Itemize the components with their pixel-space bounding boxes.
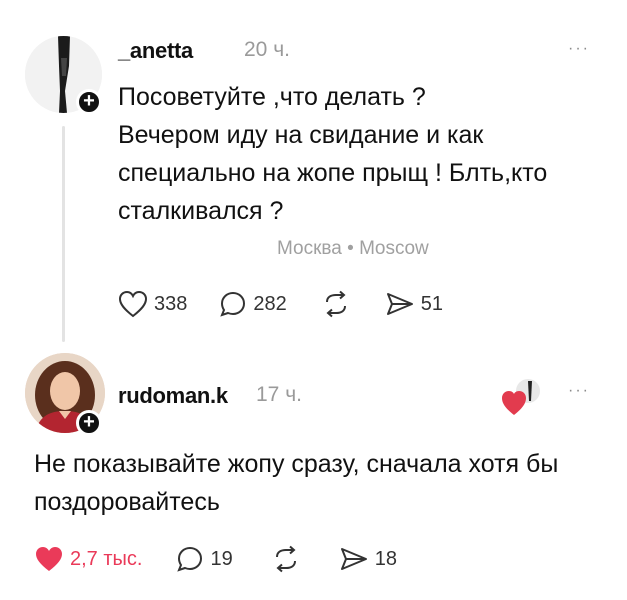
comment-count: 19 — [210, 547, 233, 570]
comment-count: 282 — [253, 292, 287, 315]
like-button[interactable]: 2,7 тыс. — [34, 545, 142, 573]
post-time: 20 ч. — [244, 38, 290, 61]
more-options-icon[interactable]: ··· — [568, 382, 590, 400]
repost-arrows-icon — [275, 545, 296, 573]
share-count: 18 — [374, 547, 397, 570]
post-text: Не показывайте жопу сразу, сначала хотя … — [34, 445, 614, 521]
send-arrow-icon — [340, 548, 367, 570]
username[interactable]: rudoman.k — [118, 383, 228, 409]
repost-button[interactable] — [271, 545, 301, 573]
like-count: 338 — [154, 292, 188, 315]
post-text-line: Вечером иду на свидание и как — [118, 121, 484, 149]
repost-button[interactable] — [321, 290, 351, 318]
follow-plus-icon[interactable]: + — [76, 410, 102, 436]
post-text-line: Посоветуйте ,что делать ? — [118, 83, 426, 111]
share-button[interactable]: 18 — [339, 545, 397, 573]
post-text-line: поздоровайтесь — [34, 488, 220, 516]
location-tag[interactable]: Москва • Moscow — [277, 238, 429, 260]
post-text-line: Не показывайте жопу сразу, сначала хотя … — [34, 450, 559, 478]
post-actions: 2,7 тыс. 19 18 — [34, 545, 421, 573]
comment-button[interactable]: 19 — [176, 545, 233, 573]
heart-reaction-icon — [502, 379, 540, 415]
post-text: Посоветуйте ,что делать ? Вечером иду на… — [118, 78, 598, 230]
share-count: 51 — [420, 292, 443, 315]
thread-line — [62, 126, 65, 342]
heart-outline-icon — [118, 290, 148, 318]
like-button[interactable]: 338 — [118, 290, 187, 318]
repost-arrows-icon — [325, 290, 346, 318]
post-time: 17 ч. — [256, 383, 302, 406]
post-actions: 338 282 51 — [118, 290, 467, 318]
share-button[interactable]: 51 — [385, 290, 443, 318]
comment-bubble-icon — [177, 546, 203, 572]
follow-plus-icon[interactable]: + — [76, 89, 102, 115]
threads-feed: + _anetta 20 ч. ··· Посоветуйте ,что дел… — [0, 0, 627, 600]
more-options-icon[interactable]: ··· — [568, 40, 590, 58]
like-count: 2,7 тыс. — [70, 547, 143, 570]
send-arrow-icon — [386, 293, 413, 315]
post-text-line: сталкивался ? — [118, 197, 284, 225]
username[interactable]: _anetta — [118, 38, 193, 64]
comment-button[interactable]: 282 — [219, 290, 287, 318]
comment-bubble-icon — [220, 291, 246, 317]
heart-filled-icon — [36, 547, 62, 571]
post-text-line: специально на жопе прыщ ! Блть,кто — [118, 159, 548, 187]
